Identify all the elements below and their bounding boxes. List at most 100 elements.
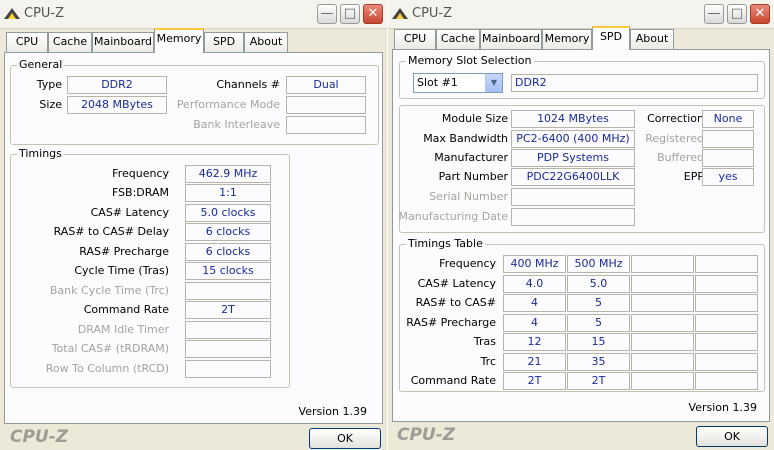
timing-value: 6 clocks — [185, 223, 271, 241]
epp-value: yes — [702, 168, 754, 186]
maximize-icon: □ — [343, 6, 357, 21]
perf-mode-label: Performance Mode — [176, 98, 280, 111]
timings-table-label: RAS# to CAS# — [415, 296, 496, 309]
part-number-label: Part Number — [438, 170, 508, 183]
timings-table-cell — [631, 275, 694, 293]
timings-group: Timings Frequency 462.9 MHz FSB:DRAM 1:1… — [10, 147, 290, 388]
timings-table-cell: 400 MHz — [503, 255, 566, 273]
tab-cpu[interactable]: CPU — [394, 29, 436, 49]
version-label: Version 1.39 — [298, 405, 367, 418]
timings-table-label: Frequency — [439, 257, 496, 270]
memory-panel: General Type DDR2 Size 2048 MBytes Chann… — [4, 52, 383, 424]
timings-table-cell: 4 — [503, 314, 566, 332]
window-title: CPU-Z — [412, 6, 453, 21]
size-label: Size — [39, 98, 62, 111]
serial-number-label: Serial Number — [429, 190, 508, 203]
tab-about[interactable]: About — [244, 32, 288, 52]
close-button[interactable]: ✕ — [363, 4, 383, 24]
size-value: 2048 MBytes — [67, 96, 167, 114]
manufacturer-value: PDP Systems — [511, 149, 635, 167]
timings-table-cell: 2T — [503, 372, 566, 390]
timing-label: RAS# Precharge — [79, 245, 169, 258]
tab-spd[interactable]: SPD — [592, 26, 630, 50]
type-value: DDR2 — [67, 76, 167, 94]
version-label: Version 1.39 — [688, 401, 757, 414]
timing-value: 15 clocks — [185, 262, 271, 280]
minimize-icon: — — [707, 6, 721, 21]
timing-value — [185, 360, 271, 378]
minimize-button[interactable]: — — [704, 4, 724, 24]
minimize-button[interactable]: — — [317, 4, 337, 24]
timings-table-label: RAS# Precharge — [406, 316, 496, 329]
mfg-date-value — [511, 208, 635, 226]
channels-value: Dual — [286, 76, 366, 94]
buffered-value — [702, 149, 754, 167]
timings-table-label: CAS# Latency — [417, 277, 496, 290]
correction-label: Correction — [647, 112, 704, 125]
epp-label: EPP — [683, 170, 704, 183]
timings-table-cell: 35 — [567, 353, 630, 371]
timing-value — [185, 340, 271, 358]
part-number-value: PDC22G6400LLK — [511, 168, 635, 186]
slot-selection-title: Memory Slot Selection — [406, 54, 534, 67]
registered-value — [702, 130, 754, 148]
timing-label: Bank Cycle Time (Trc) — [49, 284, 169, 297]
timing-label: Cycle Time (Tras) — [74, 264, 169, 277]
timings-table-cell: 5 — [567, 314, 630, 332]
timings-table-cell — [631, 372, 694, 390]
slot-select[interactable]: Slot #1 ▼ — [413, 73, 503, 93]
tab-cache[interactable]: Cache — [436, 29, 480, 49]
buffered-label: Buffered — [657, 151, 704, 164]
tab-cpu[interactable]: CPU — [6, 32, 48, 52]
timing-value: 6 clocks — [185, 243, 271, 261]
timings-table-title: Timings Table — [406, 237, 485, 250]
timing-value: 462.9 MHz — [185, 165, 271, 183]
timing-label: RAS# to CAS# Delay — [53, 225, 169, 238]
timing-value — [185, 282, 271, 300]
timings-table-cell — [695, 275, 758, 293]
timings-table-label: Command Rate — [410, 374, 496, 387]
timings-table-cell: 5.0 — [567, 275, 630, 293]
tab-memory[interactable]: Memory — [154, 28, 204, 53]
chevron-down-icon: ▼ — [485, 74, 502, 92]
timings-title: Timings — [17, 147, 64, 160]
slot-select-value: Slot #1 — [417, 76, 458, 89]
close-button[interactable]: ✕ — [750, 4, 770, 24]
tab-spd[interactable]: SPD — [204, 32, 244, 52]
timings-table-cell: 4.0 — [503, 275, 566, 293]
timings-table-cell — [695, 333, 758, 351]
cpuz-brand: CPU-Z — [10, 427, 69, 447]
mfg-date-label: Manufacturing Date — [398, 210, 508, 223]
timing-label: Total CAS# (tRDRAM) — [51, 342, 169, 355]
timing-value: 1:1 — [185, 184, 271, 202]
module-info-group: Module Size 1024 MBytes Max Bandwidth PC… — [399, 105, 765, 233]
tab-cache[interactable]: Cache — [48, 32, 92, 52]
max-bandwidth-value: PC2-6400 (400 MHz) — [511, 130, 635, 148]
cpuz-window-spd: CPU-Z — □ ✕ CPU Cache Mainboard Memory S… — [388, 0, 774, 450]
timing-label: Frequency — [112, 167, 169, 180]
cpuz-brand: CPU-Z — [397, 425, 456, 445]
timings-table-cell — [631, 314, 694, 332]
ok-button[interactable]: OK — [696, 426, 768, 447]
slot-selection-group: Memory Slot Selection Slot #1 ▼ DDR2 — [399, 54, 765, 99]
timing-value: 2T — [185, 301, 271, 319]
tab-memory[interactable]: Memory — [542, 29, 592, 49]
window-title: CPU-Z — [24, 6, 65, 21]
title-bar[interactable]: CPU-Z — □ ✕ — [0, 0, 387, 29]
maximize-button[interactable]: □ — [340, 4, 360, 24]
minimize-icon: — — [320, 6, 334, 21]
title-bar[interactable]: CPU-Z — □ ✕ — [388, 0, 774, 29]
tab-mainboard[interactable]: Mainboard — [92, 32, 154, 52]
timings-table-cell: 12 — [503, 333, 566, 351]
close-icon: ✕ — [754, 6, 766, 21]
timings-table-cell — [631, 255, 694, 273]
timings-table-cell: 2T — [567, 372, 630, 390]
maximize-button[interactable]: □ — [727, 4, 747, 24]
timings-table-cell: 15 — [567, 333, 630, 351]
timings-table-cell: 4 — [503, 294, 566, 312]
timings-table-label: Tras — [473, 335, 496, 348]
timings-table-cell — [695, 314, 758, 332]
tab-about[interactable]: About — [630, 29, 674, 49]
ok-button[interactable]: OK — [309, 428, 381, 449]
tab-mainboard[interactable]: Mainboard — [480, 29, 542, 49]
